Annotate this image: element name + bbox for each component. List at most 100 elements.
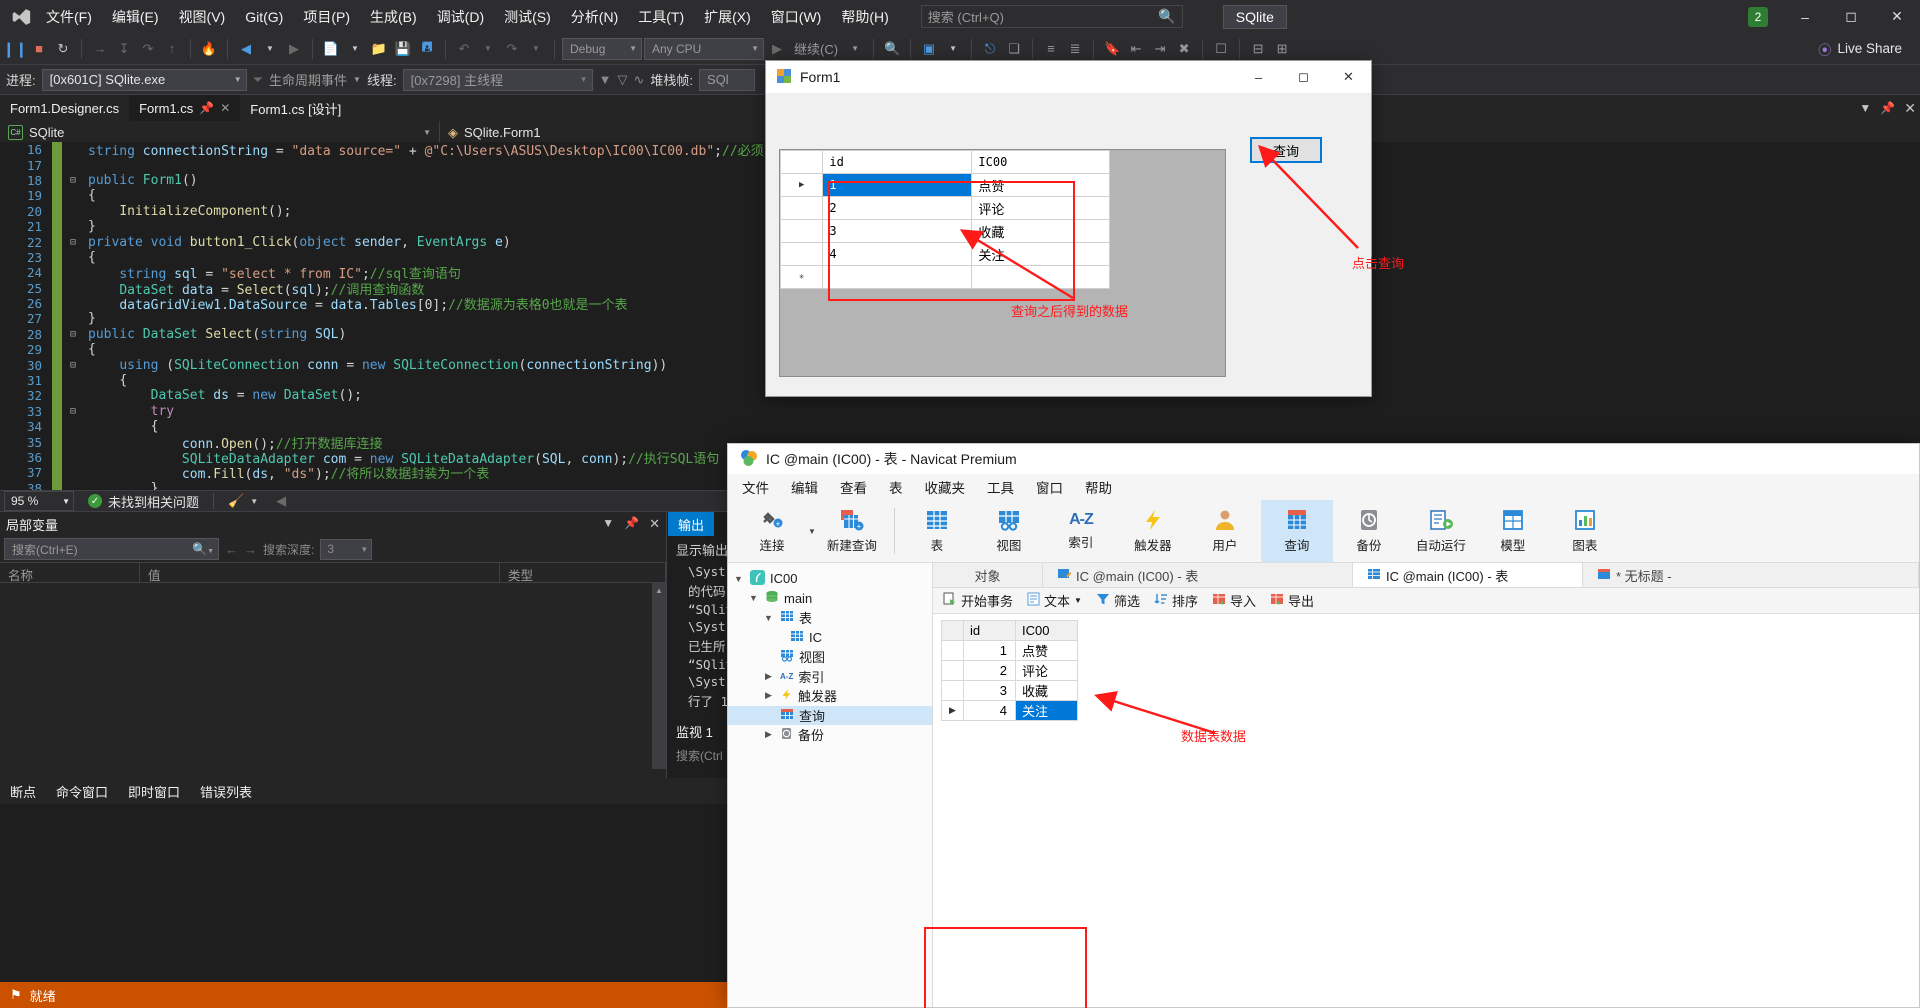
tree-item-ic[interactable]: IC bbox=[728, 628, 932, 648]
chevron-down-icon[interactable]: ▼ bbox=[602, 516, 614, 532]
chevron-down-icon[interactable]: ▼ bbox=[747, 593, 760, 603]
issues-status[interactable]: ✓ 未找到相关问题 bbox=[88, 492, 199, 511]
table-row[interactable]: 1 点赞 bbox=[941, 640, 1078, 661]
fold-toggle-icon[interactable]: ⊟ bbox=[62, 360, 84, 371]
collapse-arrow-icon[interactable]: ◀ bbox=[276, 493, 286, 509]
query-button[interactable]: 查询 bbox=[1250, 137, 1322, 163]
objtab-untitled-query[interactable]: * 无标题 - bbox=[1583, 563, 1919, 587]
menu-test[interactable]: 测试(S) bbox=[494, 3, 561, 31]
code-text[interactable]: try bbox=[84, 404, 174, 419]
prev-bookmark-icon[interactable]: ⇤ bbox=[1125, 38, 1147, 60]
continue-play-icon[interactable]: ▶ bbox=[766, 38, 788, 60]
code-text[interactable]: } bbox=[84, 311, 96, 326]
code-text[interactable]: private void button1_Click(object sender… bbox=[84, 235, 511, 250]
build-config-combo[interactable]: Debug ▼ bbox=[562, 37, 642, 60]
nv-menu-file[interactable]: 文件 bbox=[742, 477, 769, 497]
menu-git[interactable]: Git(G) bbox=[235, 5, 293, 29]
code-text[interactable]: { bbox=[84, 188, 96, 203]
flatten-icon[interactable]: ∿ bbox=[633, 72, 644, 88]
tree-item-triggers[interactable]: ▶ 触发器 bbox=[728, 686, 932, 706]
chevron-right-icon[interactable]: ▶ bbox=[762, 729, 775, 740]
toolbar-backup[interactable]: 备份 bbox=[1333, 500, 1405, 562]
grid-col-id[interactable]: id bbox=[822, 150, 973, 174]
open-file-icon[interactable]: 📁 bbox=[368, 38, 390, 60]
cell-id[interactable]: 1 bbox=[963, 640, 1016, 661]
grid-col-id[interactable]: id bbox=[963, 620, 1016, 641]
tab-form1-designer[interactable]: Form1.Designer.cs bbox=[0, 95, 129, 121]
toolbar-connection[interactable]: + 连接 bbox=[736, 500, 808, 562]
toolbar-view[interactable]: 视图 bbox=[973, 500, 1045, 562]
cell-value[interactable]: 点赞 bbox=[1015, 640, 1078, 661]
minimize-button[interactable]: – bbox=[1782, 0, 1828, 33]
cell-id[interactable]: 3 bbox=[963, 680, 1016, 701]
action-text[interactable]: 文本 ▼ bbox=[1027, 591, 1082, 610]
menu-edit[interactable]: 编辑(E) bbox=[102, 3, 169, 31]
thread-combo[interactable]: [0x7298] 主线程 ▼ bbox=[402, 68, 593, 91]
class-combo[interactable]: ◈ SQlite.Form1 bbox=[440, 121, 549, 145]
cell-value[interactable]: 收藏 bbox=[971, 219, 1110, 243]
stop-icon[interactable]: ■ bbox=[28, 38, 50, 60]
grid-col-ic00[interactable]: IC00 bbox=[971, 150, 1110, 174]
cell-id[interactable]: 4 bbox=[963, 700, 1016, 721]
chevron-right-icon[interactable]: ▶ bbox=[762, 671, 775, 682]
tree-item-main[interactable]: ▼ main bbox=[728, 589, 932, 609]
back-dropdown-icon[interactable]: ▼ bbox=[259, 38, 281, 60]
menu-help[interactable]: 帮助(H) bbox=[831, 3, 898, 31]
stack-combo[interactable]: SQl bbox=[699, 68, 755, 91]
lifecycle-dropdown-icon[interactable]: ▼ bbox=[353, 75, 361, 84]
cell-value[interactable]: 评论 bbox=[971, 196, 1110, 220]
cell-value[interactable]: 评论 bbox=[1015, 660, 1078, 681]
tab-form1-design[interactable]: Form1.cs [设计] bbox=[240, 95, 351, 121]
pause-icon[interactable]: ❙❙ bbox=[2, 38, 27, 60]
tree-item-backups[interactable]: ▶ 备份 bbox=[728, 725, 932, 745]
copy-layout-icon[interactable]: ❏ bbox=[1003, 38, 1025, 60]
locals-grid-body[interactable]: ▲ bbox=[0, 583, 666, 769]
code-text[interactable]: public Form1() bbox=[84, 173, 198, 188]
tab-breakpoints[interactable]: 断点 bbox=[0, 778, 46, 805]
undo-icon[interactable]: ↶ bbox=[453, 38, 475, 60]
cell-value[interactable] bbox=[971, 265, 1110, 289]
menu-window[interactable]: 窗口(W) bbox=[761, 3, 832, 31]
code-text[interactable]: com.Fill(ds, "ds");//将所以数据封装为一个表 bbox=[84, 463, 489, 482]
close-icon[interactable]: ✕ bbox=[649, 516, 660, 532]
toolbar-new-query[interactable]: + 新建查询 bbox=[816, 500, 888, 562]
locals-search-input[interactable]: 搜索(Ctrl+E) 🔍▼ bbox=[4, 538, 219, 560]
table-row[interactable]: 3 收藏 bbox=[779, 219, 1110, 243]
tab-immediate-window[interactable]: 即时窗口 bbox=[118, 778, 190, 805]
action-begin-transaction[interactable]: 开始事务 bbox=[943, 591, 1013, 610]
cell-id[interactable]: 2 bbox=[963, 660, 1016, 681]
maximize-button[interactable]: ◻ bbox=[1828, 0, 1874, 33]
nv-menu-table[interactable]: 表 bbox=[889, 477, 903, 497]
pin-icon[interactable]: 📌 bbox=[199, 101, 214, 115]
clear-bookmark-icon[interactable]: ✖ bbox=[1173, 38, 1195, 60]
live-preview-icon[interactable]: ▣ bbox=[918, 38, 940, 60]
pin-window-icon[interactable]: 📌 bbox=[1880, 101, 1895, 115]
nv-menu-window[interactable]: 窗口 bbox=[1036, 477, 1063, 497]
tab-command-window[interactable]: 命令窗口 bbox=[46, 778, 118, 805]
toolbar-automation[interactable]: 自动运行 bbox=[1405, 500, 1477, 562]
table-row[interactable]: ▶ 4 关注 bbox=[941, 700, 1078, 721]
code-text[interactable]: public DataSet Select(string SQL) bbox=[84, 327, 346, 342]
fold-toggle-icon[interactable]: ⊟ bbox=[62, 406, 84, 417]
uncomment-icon[interactable]: ≣ bbox=[1064, 38, 1086, 60]
lifecycle-label[interactable]: 生命周期事件 bbox=[269, 70, 347, 89]
output-tab[interactable]: 输出 bbox=[668, 512, 715, 536]
cell-id[interactable]: 2 bbox=[822, 196, 973, 220]
tree-item-tables[interactable]: ▼ 表 bbox=[728, 608, 932, 628]
live-preview-dropdown-icon[interactable]: ▼ bbox=[942, 38, 964, 60]
vs-search-box[interactable]: 搜索 (Ctrl+Q) 🔍 bbox=[920, 5, 1183, 28]
toolbar-user[interactable]: 用户 bbox=[1189, 500, 1261, 562]
tree-item-ic00[interactable]: ▼ IC00 bbox=[728, 569, 932, 589]
toolbar-index[interactable]: A-Z 索引 bbox=[1045, 500, 1117, 562]
nv-menu-edit[interactable]: 编辑 bbox=[791, 477, 818, 497]
form1-minimize-button[interactable]: – bbox=[1236, 61, 1281, 93]
code-text[interactable]: using (SQLiteConnection conn = new SQLit… bbox=[84, 358, 667, 373]
table-row[interactable]: 2 评论 bbox=[941, 660, 1078, 681]
filter-icon[interactable]: ▼ bbox=[599, 72, 612, 87]
notification-badge[interactable]: 2 bbox=[1748, 6, 1768, 27]
table-row[interactable]: 4 关注 bbox=[779, 242, 1110, 266]
form1-titlebar[interactable]: Form1 – ◻ ✕ bbox=[766, 61, 1371, 93]
scroll-up-icon[interactable]: ▲ bbox=[652, 583, 666, 597]
tab-error-list[interactable]: 错误列表 bbox=[190, 778, 262, 805]
zoom-out-icon[interactable]: ⊞ bbox=[1271, 38, 1293, 60]
